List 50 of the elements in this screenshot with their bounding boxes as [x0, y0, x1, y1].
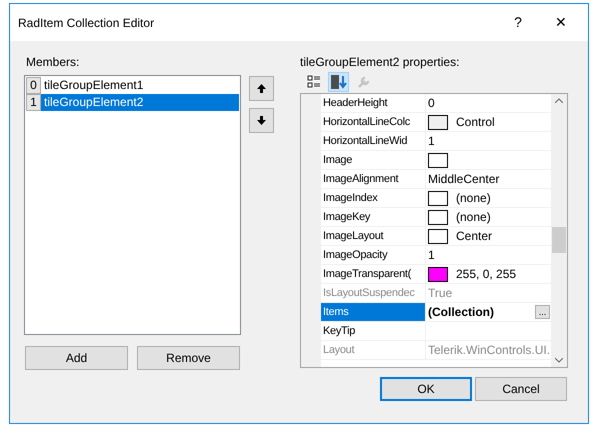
property-name[interactable]: ImageIndex — [321, 189, 426, 207]
remove-button[interactable]: Remove — [137, 346, 240, 370]
property-name[interactable]: HorizontalLineWid — [321, 132, 426, 150]
toolbar-button[interactable] — [328, 72, 349, 92]
member-item[interactable]: tileGroupElement2 — [41, 94, 239, 111]
index-cell: 0 — [26, 77, 41, 94]
ok-button[interactable]: OK — [380, 377, 472, 401]
move-down-button[interactable] — [249, 108, 274, 133]
property-name[interactable]: HorizontalLineColc — [321, 113, 426, 131]
property-value: 1 — [428, 133, 435, 150]
members-label: Members: — [26, 54, 80, 71]
sort-alphabetical-icon — [330, 75, 346, 89]
property-value: (Collection) — [428, 304, 494, 321]
property-value: (none) — [456, 190, 491, 207]
property-name[interactable]: HeaderHeight — [321, 94, 426, 112]
move-up-button[interactable] — [249, 76, 274, 101]
member-item[interactable]: tileGroupElement1 — [41, 77, 239, 94]
close-button[interactable]: ✕ — [538, 8, 584, 38]
property-value: 0 — [428, 95, 435, 112]
arrow-down-icon — [257, 116, 266, 125]
property-value: MiddleCenter — [428, 171, 500, 188]
property-name[interactable]: Items — [321, 303, 426, 321]
property-value: Control — [456, 114, 495, 131]
property-name[interactable]: ImageOpacity — [321, 246, 426, 264]
ellipsis-button[interactable]: ... — [535, 305, 550, 319]
cancel-button[interactable]: Cancel — [475, 377, 567, 401]
scroll-up-icon — [555, 98, 563, 103]
property-value: Center — [456, 228, 492, 245]
property-name[interactable]: ImageAlignment — [321, 170, 426, 188]
property-value: 255, 0, 255 — [456, 266, 516, 283]
property-value: True — [428, 285, 452, 302]
scrollbar[interactable] — [551, 94, 567, 367]
wrench-icon — [356, 75, 370, 89]
property-value: Telerik.WinControls.UI. — [428, 342, 550, 359]
property-value: (none) — [456, 209, 491, 226]
property-name[interactable]: ImageKey — [321, 208, 426, 226]
index-cell: 1 — [26, 94, 41, 111]
property-value: 1 — [428, 247, 435, 264]
arrow-up-icon — [257, 84, 266, 93]
property-name[interactable]: ImageTransparent( — [321, 265, 426, 283]
property-name[interactable]: Image — [321, 151, 426, 169]
help-button[interactable]: ? — [498, 8, 538, 38]
categorized-icon — [306, 75, 320, 89]
properties-label: tileGroupElement2 properties: — [300, 54, 460, 71]
window-title: RadItem Collection Editor — [18, 14, 156, 32]
property-name[interactable]: ImageLayout — [321, 227, 426, 245]
property-name[interactable]: KeyTip — [321, 322, 426, 340]
add-button[interactable]: Add — [25, 346, 128, 370]
scroll-down-icon — [555, 358, 563, 363]
scroll-thumb[interactable] — [552, 227, 566, 253]
